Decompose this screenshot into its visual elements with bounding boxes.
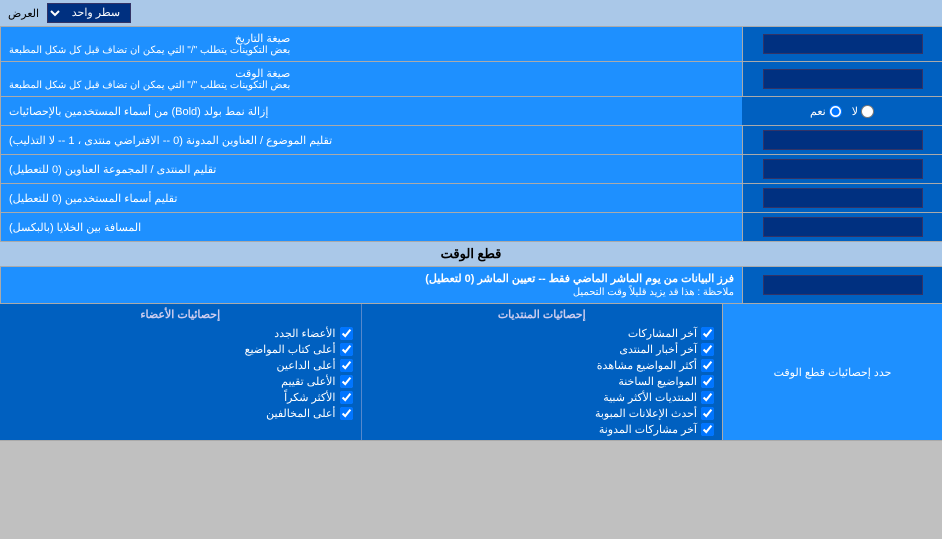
date-format-label: صيغة التاريخ بعض التكوينات يتطلب "/" الت… [0,27,742,61]
cell-spacing-input[interactable]: 2 [763,217,923,237]
list-item: الأعلى تقييم [8,375,353,388]
bold-no-radio[interactable] [861,105,874,118]
date-format-input[interactable]: d-m [763,34,923,54]
topic-limit-row: 33 تقليم الموضوع / العناوين المدونة (0 -… [0,126,942,155]
bold-remove-row: لا نعم إزالة نمط بولد (Bold) من أسماء ال… [0,97,942,126]
stats-col1-title: إحصائيات المنتديات [370,308,715,321]
cb-hot-topics[interactable] [701,375,714,388]
list-item: المنتديات الأكثر شبية [370,391,715,404]
forum-limit-label: تقليم المنتدى / المجموعة العناوين (0 للت… [0,155,742,183]
bold-yes-label[interactable]: نعم [810,105,842,118]
cb-similar-forums[interactable] [701,391,714,404]
topic-limit-input[interactable]: 33 [763,130,923,150]
cb-top-rated[interactable] [340,375,353,388]
username-limit-input[interactable]: 0 [763,188,923,208]
display-select[interactable]: سطر واحدسطرينثلاثة أسطر [47,3,131,23]
cb-last-posts[interactable] [701,327,714,340]
realtime-row: 0 فرز البيانات من يوم الماشر الماضي فقط … [0,267,942,304]
date-format-row: d-m صيغة التاريخ بعض التكوينات يتطلب "/"… [0,27,942,62]
cb-top-inviters[interactable] [340,359,353,372]
bold-no-label[interactable]: لا [852,105,874,118]
cb-latest-ads[interactable] [701,407,714,420]
display-label: العرض [8,7,39,20]
topic-limit-input-cell: 33 [742,126,942,154]
cb-most-viewed[interactable] [701,359,714,372]
bold-yes-radio[interactable] [829,105,842,118]
realtime-section-header: قطع الوقت [0,242,942,267]
list-item: آخر المشاركات [370,327,715,340]
cb-most-thanked[interactable] [340,391,353,404]
cell-spacing-row: 2 المسافة بين الخلايا (بالبكسل) [0,213,942,242]
stats-col2-title: إحصائيات الأعضاء [8,308,353,321]
cb-new-members[interactable] [340,327,353,340]
forum-limit-row: 33 تقليم المنتدى / المجموعة العناوين (0 … [0,155,942,184]
list-item: أعلى كتاب المواضيع [8,343,353,356]
realtime-label-cell: فرز البيانات من يوم الماشر الماضي فقط --… [0,267,742,303]
realtime-input[interactable]: 0 [763,275,923,295]
time-format-row: H:i صيغة الوقت بعض التكوينات يتطلب "/" ا… [0,62,942,97]
list-item: الأكثر شكراً [8,391,353,404]
cb-forum-news[interactable] [701,343,714,356]
time-format-input[interactable]: H:i [763,69,923,89]
cb-blog-posts[interactable] [701,423,714,436]
list-item: الأعضاء الجدد [8,327,353,340]
list-item: آخر أخبار المنتدى [370,343,715,356]
list-item: أحدث الإعلانات المبوبة [370,407,715,420]
realtime-input-cell: 0 [742,267,942,303]
forum-limit-input[interactable]: 33 [763,159,923,179]
username-limit-row: 0 تقليم أسماء المستخدمين (0 للتعطيل) [0,184,942,213]
bold-remove-radio-cell: لا نعم [742,97,942,125]
cell-spacing-input-cell: 2 [742,213,942,241]
stats-cols: إحصائيات المنتديات آخر المشاركات آخر أخب… [0,304,722,440]
username-limit-label: تقليم أسماء المستخدمين (0 للتعطيل) [0,184,742,212]
cb-top-writers[interactable] [340,343,353,356]
list-item: أعلى الداعين [8,359,353,372]
list-item: المواضيع الساخنة [370,375,715,388]
time-format-input-cell: H:i [742,62,942,96]
list-item: أكثر المواضيع مشاهدة [370,359,715,372]
cell-spacing-label: المسافة بين الخلايا (بالبكسل) [0,213,742,241]
stats-section: حدد إحصائيات قطع الوقت إحصائيات المنتديا… [0,304,942,441]
stats-col2: إحصائيات الأعضاء الأعضاء الجدد أعلى كتاب… [0,304,361,440]
username-limit-input-cell: 0 [742,184,942,212]
time-format-label: صيغة الوقت بعض التكوينات يتطلب "/" التي … [0,62,742,96]
topic-limit-label: تقليم الموضوع / العناوين المدونة (0 -- ا… [0,126,742,154]
forum-limit-input-cell: 33 [742,155,942,183]
bold-remove-label: إزالة نمط بولد (Bold) من أسماء المستخدمي… [0,97,742,125]
list-item: أعلى المخالفين [8,407,353,420]
stats-section-label: حدد إحصائيات قطع الوقت [722,304,942,440]
date-format-input-cell: d-m [742,27,942,61]
stats-col1: إحصائيات المنتديات آخر المشاركات آخر أخب… [361,304,723,440]
list-item: آخر مشاركات المدونة [370,423,715,436]
cb-top-violators[interactable] [340,407,353,420]
